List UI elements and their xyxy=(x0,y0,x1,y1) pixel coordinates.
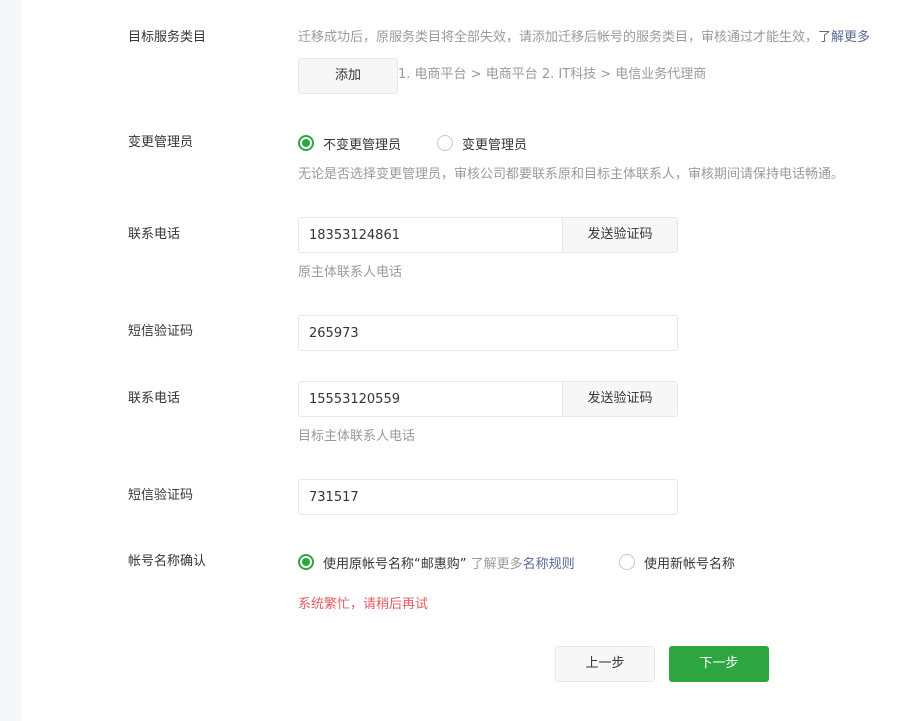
target-phone-input[interactable] xyxy=(299,382,562,416)
radio-checked-icon xyxy=(298,135,314,151)
learn-more-link[interactable]: 了解更多 xyxy=(818,30,870,45)
target-sms-field xyxy=(298,479,678,515)
radio-keep-admin[interactable]: 不变更管理员 xyxy=(298,133,401,153)
target-sms-input[interactable] xyxy=(299,480,677,514)
radio-use-new-name[interactable]: 使用新帐号名称 xyxy=(619,552,735,572)
original-sms-field xyxy=(298,315,678,351)
target-phone-field: 发送验证码 xyxy=(298,381,678,417)
service-category-label: 目标服务类目 xyxy=(128,30,207,45)
selected-category-path: 1. 电商平台 > 电商平台 2. IT科技 > 电信业务代理商 xyxy=(398,67,707,82)
original-sms-input[interactable] xyxy=(299,316,677,350)
original-name-text: 使用原帐号名称“邮惠购” xyxy=(323,556,467,572)
error-message: 系统繁忙，请稍后再试 xyxy=(298,597,429,612)
send-code-button-target[interactable]: 发送验证码 xyxy=(562,382,677,416)
target-phone-hint: 目标主体联系人电话 xyxy=(298,429,416,444)
radio-use-new-name-label: 使用新帐号名称 xyxy=(644,556,736,572)
radio-use-original-name[interactable]: 使用原帐号名称“邮惠购” 了解更多名称规则 xyxy=(298,552,575,572)
service-category-tip: 迁移成功后，原服务类目将全部失效，请添加迁移后帐号的服务类目，审核通过才能生效，… xyxy=(298,28,904,48)
original-sms-label: 短信验证码 xyxy=(128,324,194,339)
name-rules-link[interactable]: 名称规则 xyxy=(523,557,575,572)
original-phone-field: 发送验证码 xyxy=(298,217,678,253)
account-name-label: 帐号名称确认 xyxy=(128,554,207,569)
admin-change-label: 变更管理员 xyxy=(128,135,194,150)
next-step-button[interactable]: 下一步 xyxy=(669,646,769,682)
admin-change-hint: 无论是否选择变更管理员，审核公司都要联系原和目标主体联系人，审核期间请保持电话畅… xyxy=(298,167,845,182)
radio-keep-admin-label: 不变更管理员 xyxy=(323,137,402,153)
radio-change-admin[interactable]: 变更管理员 xyxy=(437,133,527,153)
add-category-button[interactable]: 添加 xyxy=(298,58,398,94)
radio-change-admin-label: 变更管理员 xyxy=(462,137,528,153)
radio-use-original-name-label: 使用原帐号名称“邮惠购” 了解更多名称规则 xyxy=(323,553,575,572)
original-phone-hint: 原主体联系人电话 xyxy=(298,265,403,280)
learn-more-text: 了解更多 xyxy=(466,556,523,572)
send-code-button-original[interactable]: 发送验证码 xyxy=(562,218,677,252)
migration-form-panel: 目标服务类目 迁移成功后，原服务类目将全部失效，请添加迁移后帐号的服务类目，审核… xyxy=(22,0,904,721)
original-phone-label: 联系电话 xyxy=(128,227,181,242)
original-phone-input[interactable] xyxy=(299,218,562,252)
target-sms-label: 短信验证码 xyxy=(128,488,194,503)
radio-unchecked-icon xyxy=(437,135,453,151)
service-category-tip-text: 迁移成功后，原服务类目将全部失效，请添加迁移后帐号的服务类目，审核通过才能生效， xyxy=(298,30,819,45)
target-phone-label: 联系电话 xyxy=(128,391,181,406)
radio-checked-icon xyxy=(298,554,314,570)
prev-step-button[interactable]: 上一步 xyxy=(555,646,655,682)
radio-unchecked-icon xyxy=(619,554,635,570)
